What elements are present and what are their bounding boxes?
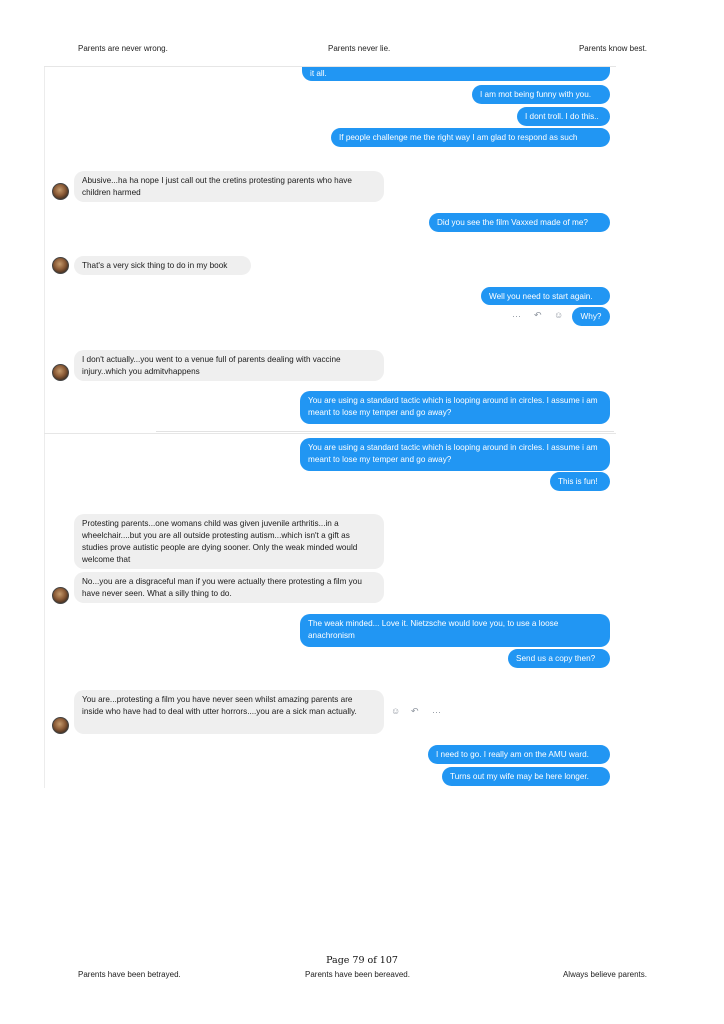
header-center-text: Parents never lie. [328,44,391,53]
contact-avatar [52,257,69,274]
footer-left-text: Parents have been betrayed. [78,970,181,979]
outgoing-message[interactable]: You are using a standard tactic which is… [300,438,610,471]
react-emoji-icon[interactable]: ☺ [391,706,400,716]
more-options-icon[interactable]: ··· [512,311,521,321]
header-right-text: Parents know best. [578,44,647,53]
outgoing-message[interactable]: I dont troll. I do this.. [517,107,610,126]
outgoing-message[interactable]: Well you need to start again. [481,287,610,305]
reply-icon[interactable]: ↶ [534,310,542,321]
outgoing-message[interactable]: Send us a copy then? [508,649,610,668]
outgoing-message[interactable]: I need to go. I really am on the AMU war… [428,745,610,764]
outgoing-message[interactable]: Turns out my wife may be here longer. [442,767,610,786]
reply-icon[interactable]: ↶ [411,706,419,717]
contact-avatar [52,364,69,381]
contact-avatar [52,717,69,734]
incoming-message[interactable]: No...you are a disgraceful man if you we… [74,572,384,603]
header-left-text: Parents are never wrong. [78,44,168,53]
footer-right-text: Always believe parents. [562,970,647,979]
footer-center-text: Parents have been bereaved. [305,970,410,979]
panel-edge [44,434,45,788]
incoming-message[interactable]: Abusive...ha ha nope I just call out the… [74,171,384,202]
contact-avatar [52,183,69,200]
react-emoji-icon[interactable]: ☺ [554,310,563,320]
outgoing-message[interactable]: I am mot being funny with you. [472,85,610,104]
chat-panel-top: it all. I am mot being funny with you. I… [44,66,616,434]
incoming-message[interactable]: I don't actually...you went to a venue f… [74,350,384,381]
outgoing-message[interactable]: The weak minded... Love it. Nietzsche wo… [300,614,610,647]
outgoing-message[interactable]: If people challenge me the right way I a… [331,128,610,147]
page-number: Page 79 of 107 [326,955,398,966]
contact-avatar [52,587,69,604]
chat-panel-bottom: You are using a standard tactic which is… [44,434,616,788]
outgoing-message[interactable]: This is fun! [550,472,610,491]
incoming-message[interactable]: Protesting parents...one womans child wa… [74,514,384,569]
divider [156,431,614,432]
outgoing-message[interactable]: You are using a standard tactic which is… [300,391,610,424]
incoming-message[interactable]: That's a very sick thing to do in my boo… [74,256,251,275]
outgoing-message[interactable]: Why? [572,307,610,326]
panel-edge [44,67,45,433]
outgoing-message[interactable]: Did you see the film Vaxxed made of me? [429,213,610,232]
more-options-icon[interactable]: ··· [432,707,441,717]
incoming-message[interactable]: You are...protesting a film you have nev… [74,690,384,734]
outgoing-message[interactable]: it all. [302,67,610,81]
